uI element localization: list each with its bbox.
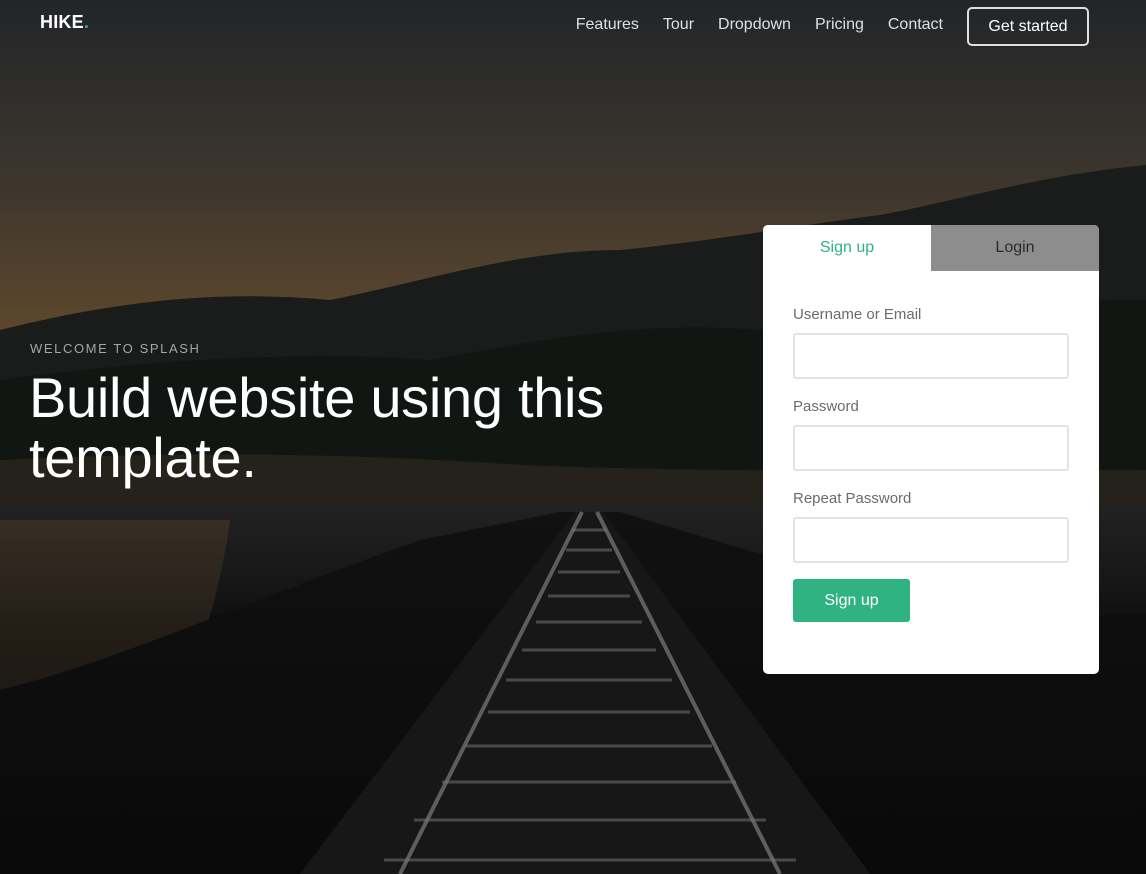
brand-logo[interactable]: HIKE. bbox=[40, 12, 89, 33]
nav-link-tour[interactable]: Tour bbox=[663, 16, 694, 34]
password-field[interactable] bbox=[793, 425, 1069, 471]
hero-title: Build website using this template. bbox=[29, 366, 604, 489]
brand-text: HIKE bbox=[40, 12, 84, 32]
navbar: HIKE. Features Tour Dropdown Pricing Con… bbox=[0, 0, 1146, 52]
tab-sign-up[interactable]: Sign up bbox=[763, 225, 931, 271]
repeat-password-field[interactable] bbox=[793, 517, 1069, 563]
signup-card: Sign up Login Username or Email Password… bbox=[763, 225, 1099, 674]
signup-form: Username or Email Password Repeat Passwo… bbox=[763, 271, 1099, 622]
nav-links: Features Tour Dropdown Pricing Contact bbox=[576, 16, 943, 34]
tab-login[interactable]: Login bbox=[931, 225, 1099, 271]
get-started-button[interactable]: Get started bbox=[967, 7, 1089, 46]
username-label: Username or Email bbox=[793, 306, 922, 323]
form-tabs: Sign up Login bbox=[763, 225, 1099, 271]
hero-eyebrow: WELCOME TO SPLASH bbox=[30, 341, 201, 356]
nav-link-pricing[interactable]: Pricing bbox=[815, 16, 864, 34]
brand-dot: . bbox=[83, 12, 90, 32]
sign-up-submit-button[interactable]: Sign up bbox=[793, 579, 910, 622]
nav-link-dropdown[interactable]: Dropdown bbox=[718, 16, 791, 34]
nav-link-features[interactable]: Features bbox=[576, 16, 639, 34]
repeat-password-label: Repeat Password bbox=[793, 490, 912, 507]
nav-link-contact[interactable]: Contact bbox=[888, 16, 943, 34]
username-email-field[interactable] bbox=[793, 333, 1069, 379]
password-label: Password bbox=[793, 398, 859, 415]
